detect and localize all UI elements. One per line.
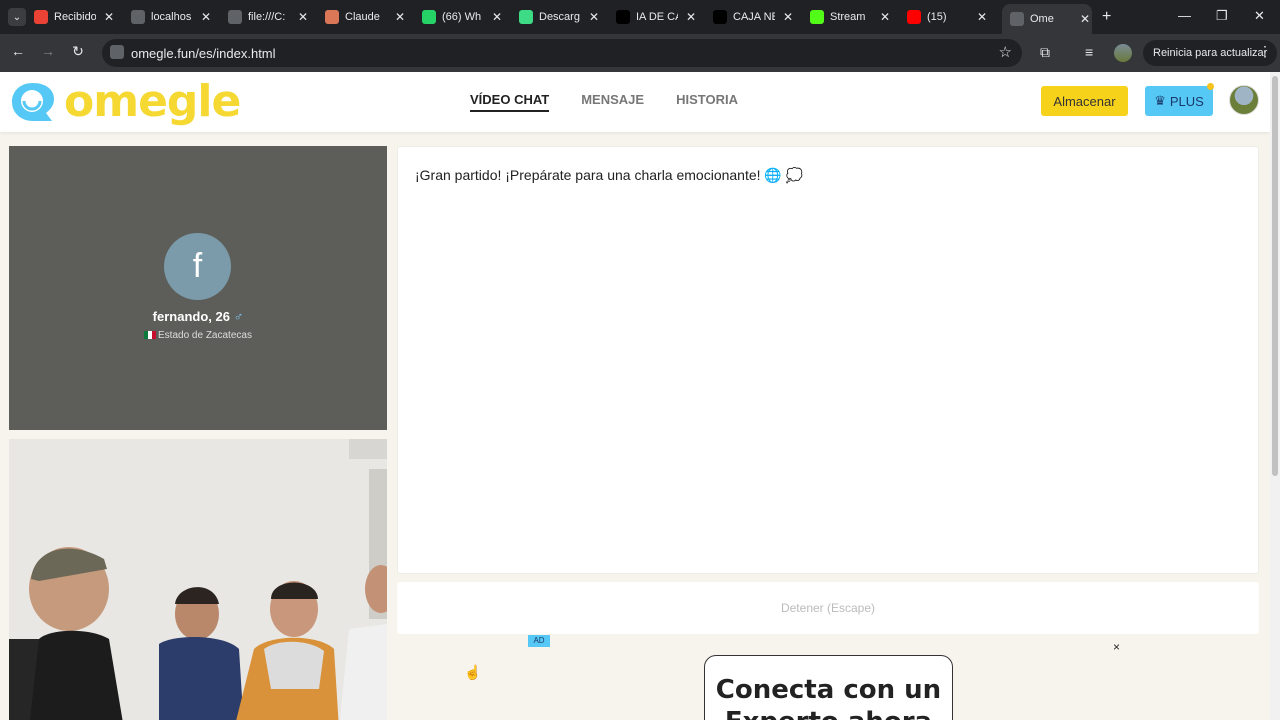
omegle-logo[interactable]: omegle — [8, 75, 241, 127]
tab-close-icon[interactable]: ✕ — [296, 10, 310, 24]
claude-icon — [325, 10, 339, 24]
logo-text: omegle — [64, 75, 241, 127]
media-control-icon[interactable]: ≡ — [1085, 44, 1093, 60]
webcam-image — [9, 439, 387, 720]
d-icon — [519, 10, 533, 24]
site-info-icon[interactable] — [110, 45, 124, 59]
site-header: omegle VÍDEO CHAT MENSAJE HISTORIA Almac… — [0, 72, 1270, 132]
browser-tab-label: CAJA NE — [733, 11, 775, 23]
tab-close-icon[interactable]: ✕ — [1078, 12, 1092, 26]
nav-history[interactable]: HISTORIA — [676, 92, 738, 112]
youtube-icon — [907, 10, 921, 24]
plus-label: PLUS — [1169, 93, 1204, 109]
browser-tab-label: localhos — [151, 11, 192, 23]
browser-tab-label: Descarg — [539, 11, 580, 23]
browser-toolbar: ← → ↻ omegle.fun/es/index.html ☆ ⧉ ≡ Rei… — [0, 34, 1280, 72]
page-icon — [131, 10, 145, 24]
browser-tab[interactable]: file:///C: ✕ — [228, 5, 320, 29]
restore-icon[interactable]: ❐ — [1216, 8, 1228, 24]
user-avatar[interactable] — [1229, 85, 1259, 115]
stranger-location: Estado de Zacatecas — [9, 330, 387, 341]
main-nav: VÍDEO CHAT MENSAJE HISTORIA — [470, 92, 738, 112]
tab-close-icon[interactable]: ✕ — [975, 10, 989, 24]
scrollbar-thumb[interactable] — [1272, 76, 1278, 476]
browser-tabbar: ⌄ Recibido ✕ localhos ✕ file:///C: ✕ Claude ✕ (6… — [0, 0, 1280, 34]
browser-menu-icon[interactable]: ⋮ — [1258, 43, 1272, 60]
forward-icon[interactable]: → — [38, 43, 58, 59]
notification-dot — [1207, 83, 1214, 90]
browser-tab-label: Claude — [345, 11, 380, 23]
nav-message[interactable]: MENSAJE — [581, 92, 644, 112]
chat-message: ¡Gran partido! ¡Prepárate para una charl… — [415, 167, 804, 183]
extensions-icon[interactable]: ⧉ — [1040, 44, 1050, 61]
tab-close-icon[interactable]: ✕ — [490, 10, 504, 24]
browser-tab[interactable]: (15) ✕ — [907, 5, 999, 29]
tab-close-icon[interactable]: ✕ — [199, 10, 213, 24]
stranger-name-text: fernando, 26 — [152, 309, 230, 324]
globe-icon — [228, 10, 242, 24]
tab-close-icon[interactable]: ✕ — [393, 10, 407, 24]
address-bar[interactable]: omegle.fun/es/index.html ☆ — [102, 39, 1022, 67]
browser-tab-label: Ome — [1030, 13, 1054, 25]
browser-tab[interactable]: localhos ✕ — [131, 5, 223, 29]
ad-title: Conecta con un Experto ahora — [715, 675, 942, 720]
browser-profile-avatar[interactable] — [1114, 44, 1132, 62]
browser-tab-label: (66) Wh — [442, 11, 482, 23]
reload-icon[interactable]: ↻ — [68, 43, 88, 60]
browser-tab[interactable]: Descarg ✕ — [519, 5, 611, 29]
back-icon[interactable]: ← — [8, 43, 28, 59]
tab-close-icon[interactable]: ✕ — [684, 10, 698, 24]
stop-label: Detener (Escape) — [780, 601, 876, 615]
address-url[interactable]: omegle.fun/es/index.html — [131, 46, 276, 61]
omegle-logo-icon — [12, 83, 54, 121]
stranger-video-panel: f fernando, 26 ♂ Estado de Zacatecas — [9, 146, 387, 430]
male-icon: ♂ — [233, 309, 244, 324]
browser-tab[interactable]: IA DE CA ✕ — [616, 5, 708, 29]
tab-search-icon[interactable]: ⌄ — [8, 8, 26, 26]
close-window-icon[interactable]: ✕ — [1254, 8, 1265, 24]
hand-cursor-icon: ☝ — [464, 664, 482, 680]
whatsapp-icon — [422, 10, 436, 24]
page-scrollbar[interactable] — [1270, 72, 1280, 720]
chat-panel: ¡Gran partido! ¡Prepárate para una charl… — [397, 146, 1259, 574]
mexico-flag-icon — [144, 331, 157, 340]
self-video-feed — [9, 439, 387, 720]
kick-icon — [810, 10, 824, 24]
omegle-icon — [1010, 12, 1024, 26]
browser-tab-label: Stream — [830, 11, 866, 23]
stranger-location-text: Estado de Zacatecas — [158, 330, 252, 341]
openai-icon — [713, 10, 727, 24]
browser-tab[interactable]: Stream ✕ — [810, 5, 902, 29]
browser-tab[interactable]: CAJA NE ✕ — [713, 5, 805, 29]
browser-tab-label: Recibido — [54, 11, 96, 23]
openai-icon — [616, 10, 630, 24]
store-button[interactable]: Almacenar — [1041, 86, 1128, 116]
crown-icon: ♛ — [1154, 93, 1166, 108]
tab-close-icon[interactable]: ✕ — [878, 10, 892, 24]
nav-video-chat[interactable]: VÍDEO CHAT — [470, 92, 550, 112]
minimize-icon[interactable]: — — [1178, 8, 1191, 23]
tab-close-icon[interactable]: ✕ — [781, 10, 795, 24]
stranger-name: fernando, 26 ♂ — [9, 309, 387, 324]
plus-button[interactable]: ♛ PLUS — [1145, 86, 1213, 116]
browser-tab[interactable]: Claude ✕ — [325, 5, 417, 29]
browser-tab[interactable]: (66) Wh ✕ — [422, 5, 514, 29]
bookmark-star-icon[interactable]: ☆ — [999, 43, 1012, 61]
ad-badge: AD — [528, 635, 550, 647]
tab-close-icon[interactable]: ✕ — [102, 10, 116, 24]
browser-tab[interactable]: Recibido ✕ — [34, 5, 126, 29]
ad-close-icon[interactable]: × — [1113, 640, 1120, 654]
stranger-avatar: f — [164, 233, 231, 300]
gmail-icon — [34, 10, 48, 24]
stop-button[interactable]: Detener (Escape) — [397, 582, 1259, 634]
new-tab-button[interactable]: + — [1102, 8, 1111, 26]
ad-card[interactable]: Conecta con un Experto ahora — [704, 655, 953, 720]
browser-tab-label: IA DE CA — [636, 11, 678, 23]
browser-tab-label: file:///C: — [248, 11, 286, 23]
browser-tab-label: (15) — [927, 11, 947, 23]
browser-tab[interactable]: Ome ✕ — [1002, 4, 1092, 34]
page: omegle VÍDEO CHAT MENSAJE HISTORIA Almac… — [0, 72, 1270, 720]
tab-close-icon[interactable]: ✕ — [587, 10, 601, 24]
